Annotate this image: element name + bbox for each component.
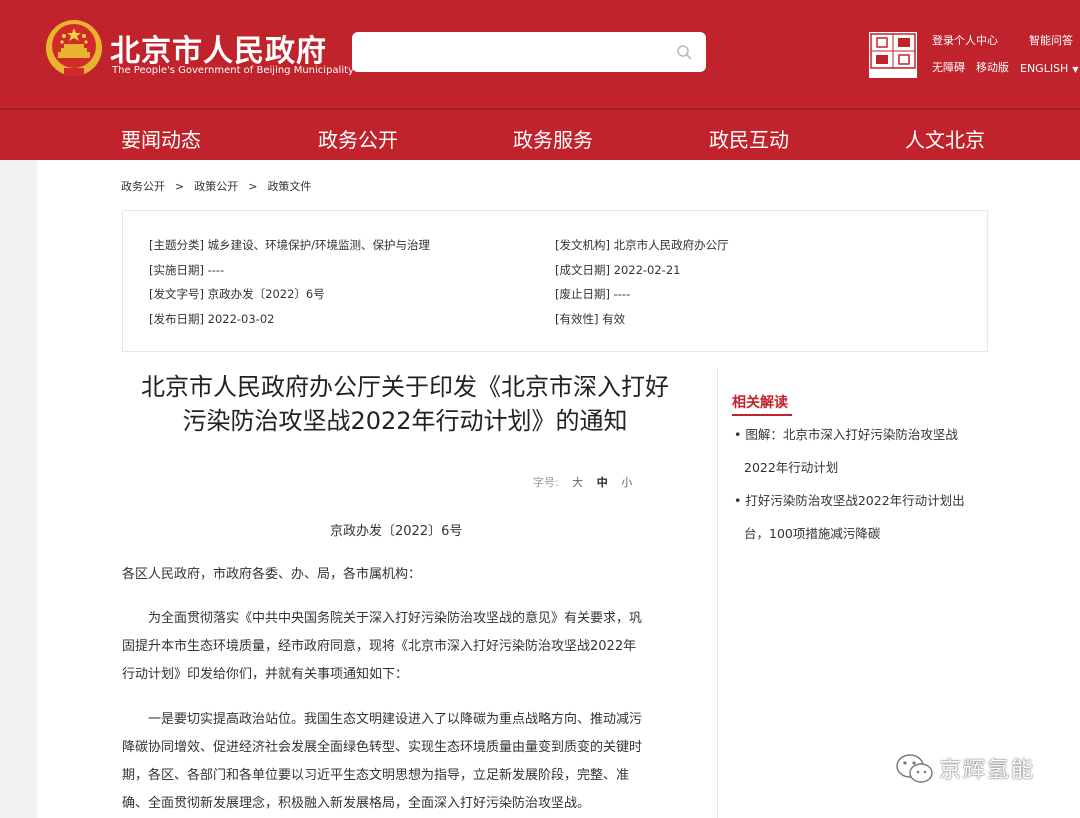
meta-formed-date: [成文日期] 2022-02-21 xyxy=(555,263,681,277)
article-title-line: 北京市人民政府办公厅关于印发《北京市深入打好 xyxy=(141,373,669,401)
search-icon[interactable] xyxy=(676,44,692,60)
english-link[interactable]: ENGLISH ▼ xyxy=(1020,62,1079,75)
related-item-line: • 图解：北京市深入打好污染防治攻坚战 xyxy=(734,427,958,442)
breadcrumb-separator: > xyxy=(248,180,258,193)
meta-validity: [有效性] 有效 xyxy=(555,312,626,326)
related-item-line: 台，100项措施减污降碳 xyxy=(744,526,881,541)
related-item[interactable]: • 图解：北京市深入打好污染防治攻坚战 2022年行动计划 xyxy=(734,418,958,484)
wechat-icon xyxy=(896,754,933,783)
watermark-text: 京辉氢能 xyxy=(939,758,1036,783)
nav-item-gov-affairs[interactable]: 政务公开 xyxy=(318,124,398,153)
nav-item-news[interactable]: 要闻动态 xyxy=(121,124,201,153)
site-title[interactable]: 北京市人民政府 xyxy=(110,26,327,70)
article-paragraph-2: 一是要切实提高政治站位。我国生态文明建设进入了以降碳为重点战略方向、推动减污 降… xyxy=(122,706,642,818)
capital-caption: Beijing·China xyxy=(873,70,913,77)
breadcrumb-separator: > xyxy=(175,180,185,193)
search-input[interactable] xyxy=(352,32,706,72)
accessibility-link[interactable]: 无障碍 xyxy=(932,59,965,75)
english-label: ENGLISH xyxy=(1020,62,1069,75)
paragraph-line: 期，各区、各部门和各单位要以习近平生态文明思想为指导，立足新发展阶段，完整、准 xyxy=(122,768,630,783)
font-size-medium-button[interactable]: 中 xyxy=(597,476,608,489)
font-size-label: 字号: xyxy=(533,476,559,489)
meta-topic: [主题分类] 城乡建设、环境保护/环境监测、保护与治理 xyxy=(149,238,431,252)
paragraph-line: 固提升本市生态环境质量，经市政府同意，现将《北京市深入打好污染防治攻坚战2022… xyxy=(122,639,637,654)
font-size-large-button[interactable]: 大 xyxy=(572,476,583,489)
paragraph-line: 为全面贯彻落实《中共中央国务院关于深入打好污染防治攻坚战的意见》有关要求，巩 xyxy=(148,611,643,626)
breadcrumb-item[interactable]: 政务公开 xyxy=(121,180,165,193)
paragraph-line: 降碳协同增效、促进经济社会发展全面绿色转型、实现生态环境质量由量变到质变的关键时 xyxy=(122,740,643,755)
meta-abolish-date: [废止日期] ---- xyxy=(555,287,631,301)
font-size-control: 字号: 大 中 小 xyxy=(533,474,632,490)
chevron-down-icon: ▼ xyxy=(1072,65,1079,74)
content-page: 政务公开 > 政策公开 > 政策文件 [主题分类] 城乡建设、环境保护/环境监测、保护与… xyxy=(37,160,1080,818)
paragraph-line: 一是要切实提高政治站位。我国生态文明建设进入了以降碳为重点战略方向、推动减污 xyxy=(148,712,643,727)
related-title-underline xyxy=(732,414,792,416)
breadcrumb-item[interactable]: 政策公开 xyxy=(194,180,238,193)
related-item-line: 2022年行动计划 xyxy=(744,460,839,475)
login-link[interactable]: 登录个人中心 xyxy=(932,32,998,48)
breadcrumb-item[interactable]: 政策文件 xyxy=(267,180,311,193)
meta-doc-no: [发文字号] 京政办发〔2022〕6号 xyxy=(149,287,325,301)
article-doc-number: 京政办发〔2022〕6号 xyxy=(330,524,463,539)
national-emblem-icon[interactable] xyxy=(44,18,104,80)
site-subtitle: The People's Government of Beijing Munic… xyxy=(112,65,354,76)
meta-impl-date: [实施日期] ---- xyxy=(149,263,225,277)
related-reading-title: 相关解读 xyxy=(732,395,788,411)
article-salutation: 各区人民政府，市政府各委、办、局，各市属机构： xyxy=(122,567,422,582)
mobile-link[interactable]: 移动版 xyxy=(976,59,1009,75)
related-item[interactable]: • 打好污染防治攻坚战2022年行动计划出 台，100项措施减污降碳 xyxy=(734,484,965,550)
meta-issuer: [发文机构] 北京市人民政府办公厅 xyxy=(555,238,729,252)
watermark: 京辉氢能 xyxy=(895,752,1055,786)
meta-publish-date: [发布日期] 2022-03-02 xyxy=(149,312,275,326)
qa-link[interactable]: 智能问答 xyxy=(1029,32,1073,48)
main-nav: 要闻动态 政务公开 政务服务 政民互动 人文北京 xyxy=(0,108,1080,160)
nav-item-culture[interactable]: 人文北京 xyxy=(905,124,985,153)
header-bar: 北京市人民政府 The People's Government of Beiji… xyxy=(0,0,1080,108)
article-paragraph-1: 为全面贯彻落实《中共中央国务院关于深入打好污染防治攻坚战的意见》有关要求，巩 固… xyxy=(122,605,642,689)
article-title-line: 污染防治攻坚战2022年行动计划》的通知 xyxy=(182,407,628,435)
breadcrumb: 政务公开 > 政策公开 > 政策文件 xyxy=(121,178,311,194)
document-meta-box: [主题分类] 城乡建设、环境保护/环境监测、保护与治理 [发文机构] 北京市人民… xyxy=(122,210,988,352)
nav-item-services[interactable]: 政务服务 xyxy=(513,124,593,153)
paragraph-line: 确、全面贯彻新发展理念，积极融入新发展格局，全面深入打好污染防治攻坚战。 xyxy=(122,796,591,811)
column-divider xyxy=(717,368,718,818)
related-item-line: • 打好污染防治攻坚战2022年行动计划出 xyxy=(734,493,965,508)
paragraph-line: 行动计划》印发给你们，并就有关事项通知如下： xyxy=(122,667,409,682)
nav-item-interaction[interactable]: 政民互动 xyxy=(709,124,789,153)
article-title: 北京市人民政府办公厅关于印发《北京市深入打好 污染防治攻坚战2022年行动计划》… xyxy=(125,370,685,438)
font-size-small-button[interactable]: 小 xyxy=(621,476,632,489)
capital-seal-icon xyxy=(870,33,916,69)
